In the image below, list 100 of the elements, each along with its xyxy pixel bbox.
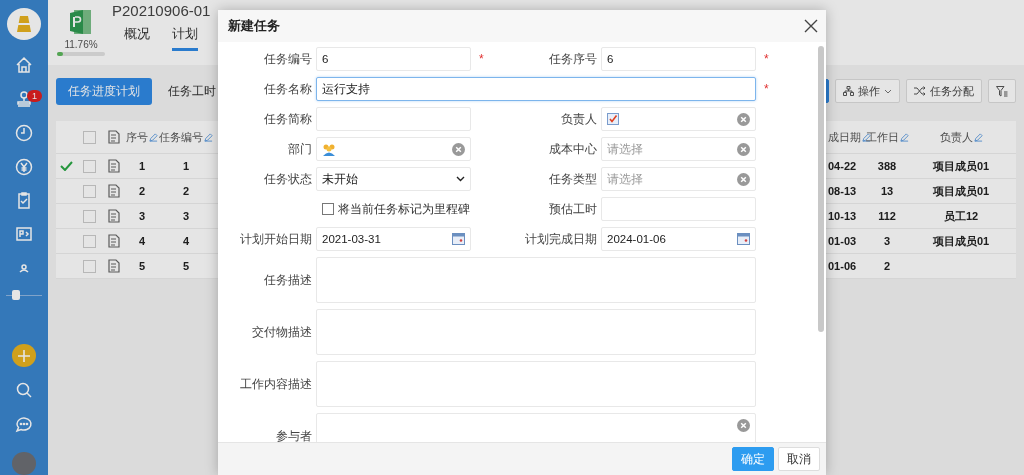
scrollbar[interactable]: [818, 46, 824, 332]
edit-icon[interactable]: [973, 132, 983, 142]
text-field[interactable]: 6: [601, 47, 756, 71]
people-icon: [322, 142, 336, 156]
calendar-icon[interactable]: [452, 233, 465, 245]
shuffle-icon: [914, 86, 926, 96]
filter-icon: [996, 85, 1008, 97]
table-cell: 2: [138, 185, 146, 197]
field-label: 负责人: [561, 111, 598, 127]
field-label: 任务编号: [264, 51, 313, 67]
progress-text: 11.76%: [64, 39, 98, 50]
field-label: 工作内容描述: [240, 376, 313, 392]
document-edit-icon[interactable]: [107, 234, 121, 248]
column-header[interactable]: 成日期: [828, 129, 861, 145]
operations-button[interactable]: 操作: [835, 79, 900, 103]
table-cell: 5: [138, 260, 146, 272]
field-label: 计划完成日期: [525, 231, 598, 247]
date-field[interactable]: 2021-03-31: [316, 227, 471, 251]
project-title: P20210906-01: [112, 2, 211, 19]
field-label: 预估工时: [549, 201, 598, 217]
hierarchy-icon: [843, 86, 854, 96]
table-cell-text: 04-22: [827, 160, 857, 172]
clear-icon[interactable]: [737, 142, 750, 156]
table-cell: 2: [182, 185, 190, 197]
field-label: 部门: [288, 141, 313, 157]
status-select[interactable]: 未开始: [316, 167, 471, 191]
cancel-button[interactable]: 取消: [778, 447, 820, 471]
table-cell: 3: [182, 210, 190, 222]
row-checkbox[interactable]: [82, 184, 96, 198]
table-cell-text: 01-03: [827, 235, 857, 247]
date-field[interactable]: 2024-01-06: [601, 227, 756, 251]
document-edit-icon[interactable]: [107, 130, 121, 144]
column-header[interactable]: 任务编号: [159, 129, 203, 145]
view-tab[interactable]: 任务进度计划: [56, 77, 152, 105]
text-field[interactable]: 6: [316, 47, 471, 71]
tab[interactable]: 计划: [172, 25, 198, 51]
table-cell: 项目成员01: [932, 233, 990, 249]
milestone-checkbox[interactable]: 将当前任务标记为里程碑: [316, 201, 497, 217]
tab[interactable]: 概况: [124, 25, 150, 51]
checked-box-icon: [607, 113, 619, 125]
table-cell: 1: [138, 160, 146, 172]
field-label: 任务名称: [264, 81, 313, 97]
table-cell: 项目成员01: [932, 158, 990, 174]
add-icon[interactable]: [12, 344, 36, 367]
table-cell: 13: [880, 185, 894, 197]
chevron-down-icon: [456, 176, 465, 182]
row-checkbox[interactable]: [82, 159, 96, 173]
clear-icon[interactable]: [737, 112, 750, 126]
table-cell: 项目成员01: [932, 183, 990, 199]
logo-icon[interactable]: [7, 8, 41, 40]
table-cell: 3: [883, 235, 891, 247]
edit-icon[interactable]: [204, 132, 213, 142]
table-cell: 1: [182, 160, 190, 172]
row-checkbox[interactable]: [82, 259, 96, 273]
document-edit-icon[interactable]: [107, 184, 121, 198]
edit-icon[interactable]: [899, 132, 909, 142]
calendar-icon[interactable]: [737, 233, 750, 245]
document-edit-icon[interactable]: [107, 259, 121, 273]
dialog-title: 新建任务: [228, 17, 280, 35]
required-mark: *: [478, 52, 485, 66]
notification-badge: 1: [27, 89, 42, 102]
required-mark: *: [763, 82, 770, 96]
field-label: 任务状态: [264, 171, 313, 187]
field-label: 任务简称: [264, 111, 313, 127]
field-label: 任务类型: [549, 171, 598, 187]
table-cell-text: 10-13: [827, 210, 857, 222]
row-checkbox[interactable]: [82, 209, 96, 223]
table-cell: 112: [878, 210, 896, 222]
field-label: 任务序号: [549, 51, 598, 67]
table-cell: 2: [883, 260, 891, 272]
required-mark: *: [763, 52, 770, 66]
table-cell: 388: [877, 160, 897, 172]
select-all-checkbox[interactable]: [82, 130, 96, 144]
row-checkbox[interactable]: [82, 234, 96, 248]
view-tab[interactable]: 任务工时: [166, 78, 218, 104]
table-cell: 5: [182, 260, 190, 272]
clear-icon[interactable]: [737, 172, 750, 186]
field-label: 任务描述: [264, 272, 313, 288]
edit-icon[interactable]: [149, 132, 158, 142]
picker-field[interactable]: [316, 137, 471, 161]
close-icon[interactable]: [804, 19, 818, 33]
clear-icon[interactable]: [737, 419, 750, 432]
column-header[interactable]: 负责人: [939, 129, 973, 145]
picker-field[interactable]: [601, 107, 756, 131]
assign-button[interactable]: 任务分配: [906, 79, 982, 103]
document-edit-icon[interactable]: [107, 159, 121, 173]
clear-icon[interactable]: [452, 142, 465, 156]
table-cell: 3: [138, 210, 146, 222]
caret-icon: [884, 88, 892, 94]
field-label: 交付物描述: [252, 324, 313, 340]
field-label: 计划开始日期: [240, 231, 313, 247]
column-header[interactable]: 序号: [126, 129, 148, 145]
document-edit-icon[interactable]: [107, 209, 121, 223]
project-file-icon: [70, 8, 92, 36]
table-cell-text: 08-13: [827, 185, 857, 197]
table-cell: 4: [138, 235, 146, 247]
filter-button[interactable]: [988, 79, 1016, 103]
field-label: 参与者: [276, 428, 313, 442]
text-field[interactable]: 运行支持: [316, 77, 756, 101]
table-cell: 员工12: [943, 208, 979, 224]
